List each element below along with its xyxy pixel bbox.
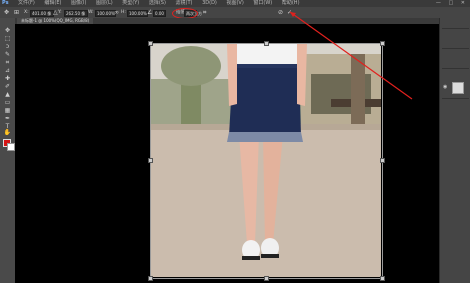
annotation-arrow <box>289 11 413 100</box>
